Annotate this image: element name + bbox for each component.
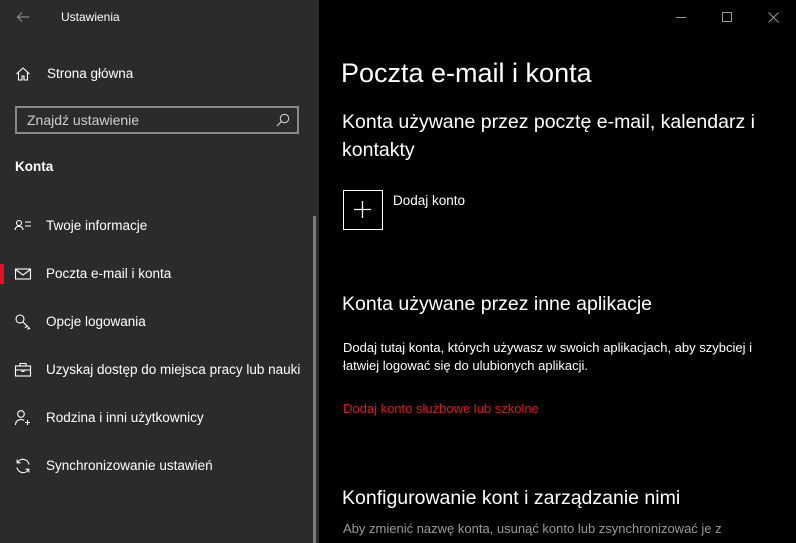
sidebar-item-work-access[interactable]: Uzyskaj dostęp do miejsca pracy lub nauk…: [0, 350, 312, 390]
person-card-icon: [14, 219, 31, 231]
sidebar-item-email-accounts[interactable]: Poczta e-mail i konta: [0, 254, 312, 294]
sidebar-item-label: Uzyskaj dostęp do miejsca pracy lub nauk…: [46, 362, 301, 377]
sidebar-item-your-info[interactable]: Twoje informacje: [0, 206, 312, 246]
section-heading-email-accounts: Konta używane przez pocztę e-mail, kalen…: [342, 111, 755, 161]
sidebar-item-label: Rodzina i inni użytkownicy: [46, 410, 204, 425]
titlebar-left: Ustawienia: [0, 0, 319, 34]
plus-icon: [354, 201, 371, 218]
maximize-button[interactable]: [704, 0, 750, 34]
sidebar-item-family[interactable]: Rodzina i inni użytkownicy: [0, 398, 312, 438]
add-person-icon: [14, 410, 30, 426]
search-input[interactable]: [17, 108, 277, 132]
mail-icon: [14, 268, 32, 280]
add-account-tile: [343, 190, 383, 230]
page-title: Poczta e-mail i konta: [341, 58, 592, 88]
search-icon[interactable]: [275, 112, 291, 128]
manage-accounts-description: Aby zmienić nazwę konta, usunąć konto lu…: [343, 521, 722, 536]
back-button[interactable]: [10, 6, 36, 28]
back-arrow-icon: [16, 12, 29, 22]
sidebar-item-label: Poczta e-mail i konta: [46, 266, 172, 281]
home-nav-item[interactable]: Strona główna: [0, 58, 319, 90]
briefcase-icon: [14, 362, 32, 377]
key-icon: [15, 314, 31, 330]
section-heading-other-apps: Konta używane przez inne aplikacje: [342, 293, 653, 315]
search-box[interactable]: [15, 106, 299, 134]
sidebar-item-label: Synchronizowanie ustawień: [46, 458, 213, 473]
sidebar-item-label: Opcje logowania: [46, 314, 146, 329]
window-controls: [646, 0, 796, 34]
sidebar-item-sync[interactable]: Synchronizowanie ustawień: [0, 446, 312, 486]
close-button[interactable]: [750, 0, 796, 34]
sidebar-item-sign-in-options[interactable]: Opcje logowania: [0, 302, 312, 342]
app-title: Ustawienia: [61, 10, 120, 24]
other-apps-description: Dodaj tutaj konta, których używasz w swo…: [343, 340, 752, 373]
home-label: Strona główna: [47, 66, 134, 81]
home-icon: [16, 67, 30, 81]
sync-icon: [16, 458, 30, 474]
minimize-button[interactable]: [658, 0, 704, 34]
section-title: Konta: [15, 159, 54, 174]
section-heading-manage-accounts: Konfigurowanie kont i zarządzanie nimi: [342, 487, 681, 509]
add-account-button[interactable]: Dodaj konto: [343, 190, 603, 232]
sidebar-scrollbar[interactable]: [313, 216, 316, 543]
selection-indicator: [0, 264, 4, 284]
close-icon: [767, 11, 779, 23]
main-content: Poczta e-mail i konta Konta używane prze…: [319, 0, 796, 543]
add-account-label: Dodaj konto: [393, 193, 466, 208]
add-work-school-account-link[interactable]: Dodaj konto służbowe lub szkolne: [343, 401, 539, 416]
maximize-icon: [722, 12, 732, 22]
sidebar: Ustawienia Strona główna Konta Twoje inf…: [0, 0, 319, 543]
minimize-icon: [676, 17, 686, 18]
sidebar-item-label: Twoje informacje: [46, 218, 148, 233]
